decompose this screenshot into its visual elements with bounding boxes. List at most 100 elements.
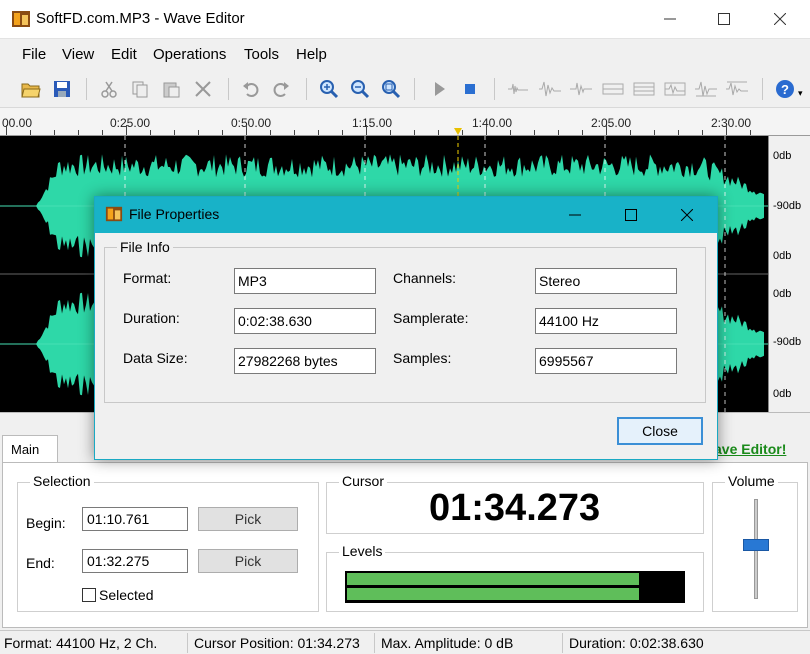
status-separator	[374, 633, 375, 653]
toolbar-separator	[414, 78, 415, 100]
effect-5-icon	[633, 82, 655, 96]
selection-title: Selection	[30, 473, 94, 489]
begin-pick-button[interactable]: Pick	[198, 507, 298, 531]
undo-button[interactable]	[238, 76, 264, 102]
menu-help[interactable]: Help	[296, 46, 327, 63]
help-button[interactable]: ?	[772, 76, 798, 102]
menu-file[interactable]: File	[22, 46, 46, 63]
minimize-button[interactable]	[642, 0, 698, 38]
db-label: 0db	[773, 150, 792, 162]
effect-2-icon	[539, 81, 561, 97]
tab-main[interactable]: Main	[2, 435, 58, 463]
db-label: -90db	[773, 200, 802, 212]
cut-button[interactable]	[96, 76, 122, 102]
effect-7-button[interactable]	[693, 76, 719, 102]
samples-field[interactable]: 6995567	[535, 348, 677, 374]
toolbar: ? ▾	[0, 70, 810, 108]
timeline-tick	[126, 125, 127, 135]
timeline-tick	[582, 130, 583, 135]
time-label: 0:50.00	[231, 116, 272, 130]
timeline-ruler[interactable]: 00.00 0:25.00 0:50.00 1:15.00 1:40.00 2:…	[0, 108, 810, 136]
save-icon	[54, 81, 70, 97]
dialog-title: File Properties	[129, 206, 220, 222]
effect-1-icon	[508, 83, 528, 95]
db-label: 0db	[773, 288, 792, 300]
volume-slider-thumb[interactable]	[743, 539, 769, 551]
menu-edit[interactable]: Edit	[111, 46, 137, 63]
maximize-icon	[718, 13, 730, 25]
delete-button[interactable]	[190, 76, 216, 102]
effect-3-icon	[570, 82, 592, 96]
time-label: 0:25.00	[110, 116, 151, 130]
status-cursor-position: Cursor Position: 01:34.273	[194, 635, 360, 651]
dialog-close-x-button[interactable]	[659, 197, 715, 233]
timeline-tick	[246, 125, 247, 135]
effect-4-icon	[602, 83, 624, 95]
close-icon	[774, 13, 786, 25]
zoom-in-button[interactable]	[316, 76, 342, 102]
save-button[interactable]	[49, 76, 75, 102]
end-field[interactable]: 01:32.275	[82, 549, 188, 573]
zoom-fit-icon	[382, 80, 401, 99]
datasize-field[interactable]: 27982268 bytes	[234, 348, 376, 374]
minimize-icon	[569, 214, 581, 216]
status-duration: Duration: 0:02:38.630	[569, 635, 704, 651]
menu-tools[interactable]: Tools	[244, 46, 279, 63]
samplerate-field[interactable]: 44100 Hz	[535, 308, 677, 334]
timeline-tick	[462, 130, 463, 135]
begin-field[interactable]: 01:10.761	[82, 507, 188, 531]
end-pick-button[interactable]: Pick	[198, 549, 298, 573]
effect-6-button[interactable]	[662, 76, 688, 102]
channels-field[interactable]: Stereo	[535, 268, 677, 294]
menu-operations[interactable]: Operations	[153, 46, 226, 63]
timeline-tick	[270, 130, 271, 135]
volume-title: Volume	[725, 473, 778, 489]
dialog-close-button[interactable]: Close	[617, 417, 703, 445]
file-properties-dialog: File Properties File Info Format: MP3 Du…	[94, 196, 718, 460]
selected-checkbox[interactable]	[82, 588, 96, 602]
dialog-minimize-button[interactable]	[547, 197, 603, 233]
redo-button[interactable]	[268, 76, 294, 102]
zoom-out-button[interactable]	[347, 76, 373, 102]
effect-8-button[interactable]	[724, 76, 750, 102]
time-label: 1:40.00	[472, 116, 513, 130]
end-label: End:	[26, 555, 55, 571]
close-button[interactable]	[752, 0, 808, 38]
cursor-group: Cursor 01:34.273	[326, 473, 704, 534]
dialog-maximize-button[interactable]	[603, 197, 659, 233]
effect-3-button[interactable]	[568, 76, 594, 102]
effect-1-button[interactable]	[506, 76, 532, 102]
copy-button[interactable]	[127, 76, 153, 102]
app-icon	[12, 11, 30, 27]
samplerate-label: Samplerate:	[393, 310, 469, 326]
time-label: 1:15.00	[352, 116, 393, 130]
cursor-marker-icon	[454, 128, 462, 135]
toolbar-overflow-icon[interactable]: ▾	[798, 88, 803, 99]
stop-button[interactable]	[457, 76, 483, 102]
effect-4-button[interactable]	[600, 76, 626, 102]
maximize-button[interactable]	[696, 0, 752, 38]
duration-field[interactable]: 0:02:38.630	[234, 308, 376, 334]
timeline-tick	[534, 130, 535, 135]
effect-8-icon	[726, 81, 748, 96]
title-bar: SoftFD.com.MP3 - Wave Editor	[0, 0, 810, 38]
status-format: Format: 44100 Hz, 2 Ch.	[4, 635, 158, 651]
effect-2-button[interactable]	[537, 76, 563, 102]
main-panel: Selection Begin: 01:10.761 Pick End: 01:…	[2, 462, 808, 628]
zoom-fit-button[interactable]	[378, 76, 404, 102]
promo-link[interactable]: ave Editor!	[714, 441, 786, 457]
paste-button[interactable]	[158, 76, 184, 102]
timeline-tick	[366, 125, 367, 135]
timeline-tick	[294, 130, 295, 135]
effect-5-button[interactable]	[631, 76, 657, 102]
open-icon	[21, 83, 41, 98]
play-button[interactable]	[426, 76, 452, 102]
zoom-in-icon	[320, 80, 339, 99]
menu-view[interactable]: View	[62, 46, 94, 63]
format-field[interactable]: MP3	[234, 268, 376, 294]
toolbar-separator	[494, 78, 495, 100]
timeline-tick	[198, 130, 199, 135]
channels-label: Channels:	[393, 270, 457, 286]
time-label: 2:30.00	[711, 116, 752, 130]
open-button[interactable]	[18, 76, 44, 102]
